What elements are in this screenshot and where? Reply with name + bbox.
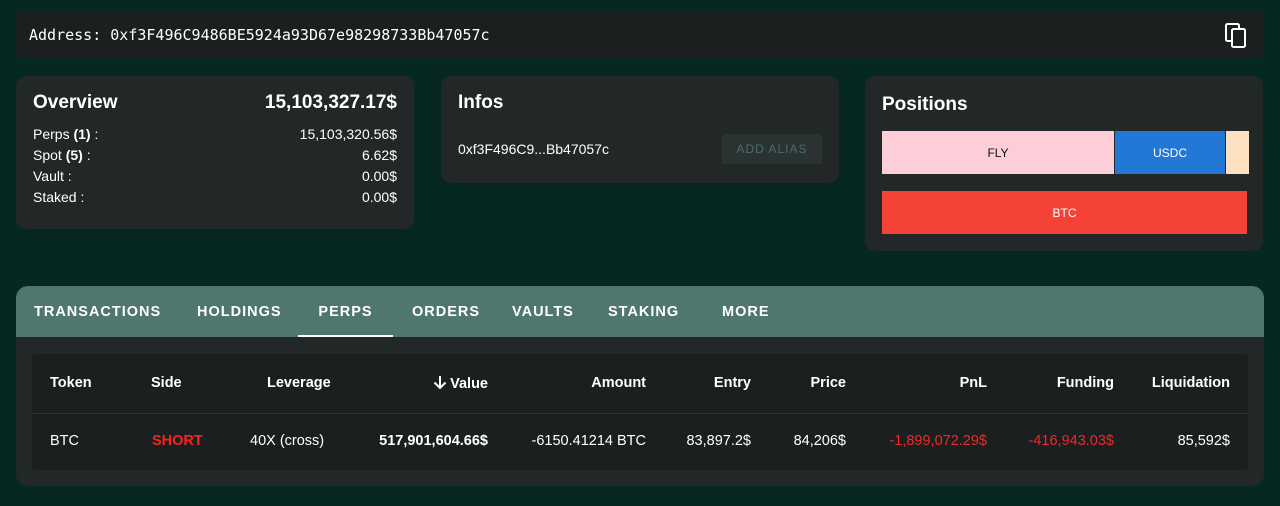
row-value: 15,103,320.56$: [299, 126, 397, 142]
address-bar: Address: 0xf3F496C9486BE5924a93D67e98298…: [16, 12, 1264, 58]
perp-positions-bar: BTC: [882, 191, 1247, 234]
infos-title: Infos: [458, 92, 504, 113]
tab-vaults[interactable]: VAULTS: [512, 286, 574, 337]
overview-row-spot: Spot (5) : 6.62$: [33, 145, 397, 166]
tabs-panel: TRANSACTIONS HOLDINGS PERPS ORDERS VAULT…: [16, 286, 1264, 486]
table-divider: [32, 413, 1248, 414]
cell-amount: -6150.41214 BTC: [531, 433, 646, 449]
arrow-down-icon: [433, 376, 447, 390]
infos-card: Infos 0xf3F496C9...Bb47057c ADD ALIAS: [441, 76, 839, 183]
row-label: Staked :: [33, 189, 85, 205]
cell-side: SHORT: [152, 433, 203, 449]
row-count: (5): [65, 147, 83, 163]
overview-title: Overview: [33, 92, 118, 113]
position-segment-other[interactable]: [1226, 131, 1249, 174]
tab-staking[interactable]: STAKING: [608, 286, 679, 337]
column-header-entry[interactable]: Entry: [714, 375, 751, 391]
overview-row-staked: Staked : 0.00$: [33, 187, 397, 208]
cell-entry: 83,897.2$: [686, 433, 751, 449]
tab-orders[interactable]: ORDERS: [412, 286, 480, 337]
cell-value: 517,901,604.66$: [379, 433, 488, 449]
perps-table: Token Side Leverage Value Amount Entry P…: [32, 354, 1248, 470]
column-header-token[interactable]: Token: [50, 375, 92, 391]
cell-funding: -416,943.03$: [1028, 433, 1114, 449]
cell-pnl: -1,899,072.29$: [889, 433, 987, 449]
row-label: Perps: [33, 126, 70, 142]
column-header-funding[interactable]: Funding: [1057, 375, 1114, 391]
row-suffix: :: [82, 147, 91, 163]
overview-row-perps: Perps (1) : 15,103,320.56$: [33, 124, 397, 145]
row-label: Vault :: [33, 168, 72, 184]
row-value: 0.00$: [361, 168, 397, 184]
position-segment-btc[interactable]: BTC: [882, 191, 1247, 234]
column-header-value-label: Value: [450, 376, 488, 392]
address-label: Address:: [29, 26, 102, 44]
add-alias-button[interactable]: ADD ALIAS: [722, 134, 822, 164]
cell-token[interactable]: BTC: [50, 433, 79, 449]
column-header-side[interactable]: Side: [151, 375, 182, 391]
column-header-price[interactable]: Price: [811, 375, 846, 391]
position-segment-usdc[interactable]: USDC: [1115, 131, 1225, 174]
address-value[interactable]: 0xf3F496C9486BE5924a93D67e98298733Bb4705…: [110, 26, 489, 44]
tab-holdings[interactable]: HOLDINGS: [197, 286, 282, 337]
overview-row-vault: Vault : 0.00$: [33, 166, 397, 187]
row-value: 6.62$: [361, 147, 397, 163]
row-label: Spot: [33, 147, 62, 163]
spot-positions-bar: FLY USDC: [882, 131, 1249, 174]
column-header-pnl[interactable]: PnL: [960, 375, 987, 391]
column-header-value[interactable]: Value: [433, 375, 488, 392]
overview-card: Overview 15,103,327.17$ Perps (1) : 15,1…: [16, 76, 414, 229]
overview-total: 15,103,327.17$: [264, 92, 397, 113]
tab-transactions[interactable]: TRANSACTIONS: [34, 286, 161, 337]
position-segment-fly[interactable]: FLY: [882, 131, 1114, 174]
row-count: (1): [73, 126, 91, 142]
column-header-amount[interactable]: Amount: [591, 375, 646, 391]
tab-more[interactable]: MORE: [722, 286, 770, 337]
cell-price: 84,206$: [793, 433, 846, 449]
cell-liquidation: 85,592$: [1177, 433, 1230, 449]
positions-card: Positions FLY USDC BTC: [865, 76, 1263, 251]
cell-leverage: 40X (cross): [250, 433, 325, 449]
positions-title: Positions: [882, 94, 968, 115]
row-suffix: :: [90, 126, 99, 142]
column-header-leverage[interactable]: Leverage: [267, 375, 331, 391]
copy-icon[interactable]: [1224, 23, 1248, 49]
row-value: 0.00$: [361, 189, 397, 205]
short-address: 0xf3F496C9...Bb47057c: [458, 141, 609, 157]
tab-bar: TRANSACTIONS HOLDINGS PERPS ORDERS VAULT…: [16, 286, 1264, 337]
column-header-liquidation[interactable]: Liquidation: [1152, 375, 1230, 391]
tab-perps[interactable]: PERPS: [298, 286, 393, 337]
